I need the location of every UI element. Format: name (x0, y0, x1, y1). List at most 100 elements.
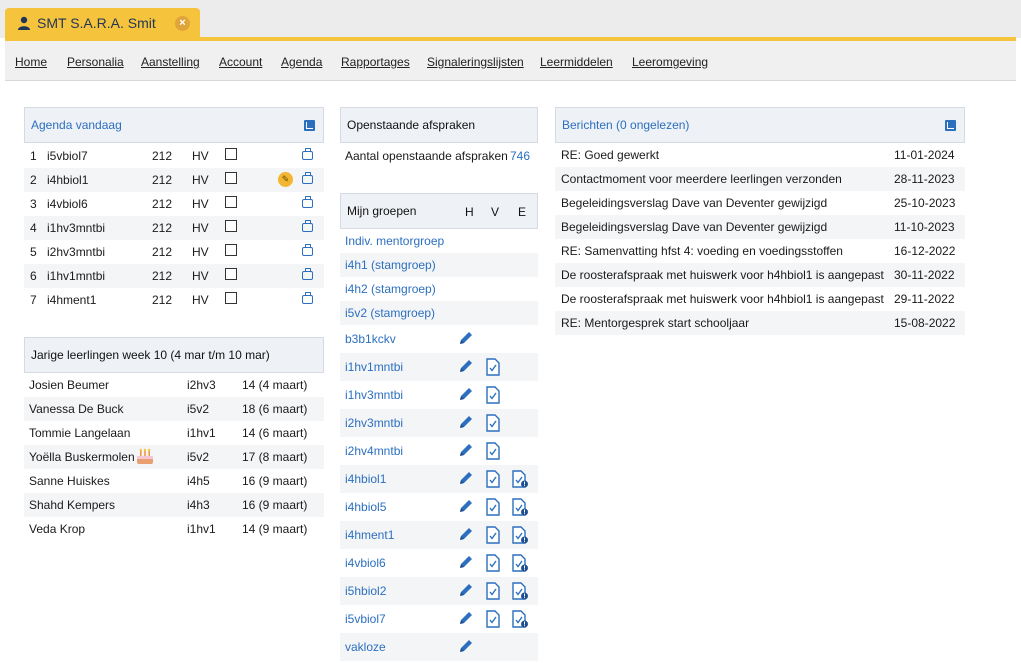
menu-personalia[interactable]: Personalia (67, 55, 124, 69)
agenda-row[interactable]: 6 i1hv1mntbi 212 HV (24, 264, 324, 288)
group-name[interactable]: vakloze (345, 640, 386, 654)
agenda-row-checkbox[interactable] (225, 292, 237, 304)
agenda-title[interactable]: Agenda vandaag (31, 118, 122, 132)
menu-leermiddelen[interactable]: Leermiddelen (540, 55, 613, 69)
group-name[interactable]: i1hv1mntbi (345, 360, 403, 374)
agenda-row[interactable]: 4 i1hv3mntbi 212 HV (24, 216, 324, 240)
checklist-icon[interactable] (485, 526, 501, 547)
message-subject[interactable]: Begeleidingsverslag Dave van Deventer ge… (561, 196, 827, 210)
checklist-alert-icon[interactable] (511, 582, 529, 603)
message-subject[interactable]: De roosterafspraak met huiswerk voor h4h… (561, 268, 884, 282)
checklist-alert-icon[interactable] (511, 498, 529, 519)
checklist-icon[interactable] (485, 442, 501, 463)
edit-pencil-icon[interactable] (457, 637, 475, 658)
message-subject[interactable]: Begeleidingsverslag Dave van Deventer ge… (561, 220, 827, 234)
edit-pencil-icon[interactable] (457, 385, 475, 406)
agenda-row-checkbox[interactable] (225, 148, 237, 160)
briefcase-icon[interactable] (302, 148, 313, 160)
agenda-row-checkbox[interactable] (225, 244, 237, 256)
group-name[interactable]: i2hv4mntbi (345, 444, 403, 458)
checklist-icon[interactable] (485, 414, 501, 435)
menu-account[interactable]: Account (219, 55, 262, 69)
edit-pencil-icon[interactable] (457, 581, 475, 602)
group-row[interactable]: vakloze (340, 633, 538, 661)
checklist-icon[interactable] (485, 386, 501, 407)
group-row[interactable]: i5vbiol7 (340, 605, 538, 633)
checklist-icon[interactable] (485, 582, 501, 603)
briefcase-icon[interactable] (302, 244, 313, 256)
edit-pencil-icon[interactable] (457, 357, 475, 378)
agenda-row[interactable]: 3 i4vbiol6 212 HV (24, 192, 324, 216)
edit-pencil-icon[interactable] (457, 469, 475, 490)
edit-pencil-icon[interactable] (457, 441, 475, 462)
agenda-row[interactable]: 2 i4hbiol1 212 HV ✎ (24, 168, 324, 192)
menu-signaleringslijsten[interactable]: Signaleringslijsten (427, 55, 524, 69)
group-row[interactable]: i4hment1 (340, 521, 538, 549)
menu-rapportages[interactable]: Rapportages (341, 55, 410, 69)
tab-user[interactable]: SMT S.A.R.A. Smit × (5, 8, 200, 38)
edit-pencil-icon[interactable] (457, 497, 475, 518)
group-name[interactable]: Indiv. mentorgroep (345, 234, 444, 248)
group-name[interactable]: i4vbiol6 (345, 556, 386, 570)
open-external-icon[interactable] (945, 120, 956, 131)
edit-pencil-icon[interactable] (457, 525, 475, 546)
group-name[interactable]: i4hbiol5 (345, 500, 386, 514)
group-row[interactable]: i2hv3mntbi (340, 409, 538, 437)
menu-aanstelling[interactable]: Aanstelling (141, 55, 200, 69)
message-row[interactable]: De roosterafspraak met huiswerk voor h4h… (555, 287, 965, 311)
checklist-icon[interactable] (485, 358, 501, 379)
message-row[interactable]: RE: Mentorgesprek start schooljaar 15-08-… (555, 311, 965, 335)
checklist-icon[interactable] (485, 554, 501, 575)
message-row[interactable]: RE: Samenvatting hfst 4: voeding en voed… (555, 239, 965, 263)
group-row[interactable]: i4hbiol1 (340, 465, 538, 493)
briefcase-icon[interactable] (302, 172, 313, 184)
checklist-alert-icon[interactable] (511, 610, 529, 631)
message-subject[interactable]: Contactmoment voor meerdere leerlingen v… (561, 172, 842, 186)
agenda-row-checkbox[interactable] (225, 196, 237, 208)
group-name[interactable]: i5hbiol2 (345, 584, 386, 598)
group-name[interactable]: i4hment1 (345, 528, 394, 542)
group-row[interactable]: b3b1kckv (340, 325, 538, 353)
message-row[interactable]: RE: Goed gewerkt 11-01-2024 (555, 143, 965, 167)
group-row[interactable]: i4hbiol5 (340, 493, 538, 521)
briefcase-icon[interactable] (302, 292, 313, 304)
checklist-alert-icon[interactable] (511, 526, 529, 547)
group-row[interactable]: i4h1 (stamgroep) (340, 253, 538, 277)
message-row[interactable]: Contactmoment voor meerdere leerlingen v… (555, 167, 965, 191)
pencil-icon[interactable]: ✎ (278, 172, 293, 187)
message-subject[interactable]: RE: Mentorgesprek start schooljaar (561, 316, 749, 330)
group-name[interactable]: i4h1 (stamgroep) (345, 258, 436, 272)
edit-pencil-icon[interactable] (457, 609, 475, 630)
menu-home[interactable]: Home (15, 55, 47, 69)
agenda-row-checkbox[interactable] (225, 268, 237, 280)
group-name[interactable]: b3b1kckv (345, 332, 396, 346)
group-row[interactable]: Indiv. mentorgroep (340, 229, 538, 253)
menu-leeromgeving[interactable]: Leeromgeving (632, 55, 708, 69)
group-row[interactable]: i4vbiol6 (340, 549, 538, 577)
briefcase-icon[interactable] (302, 268, 313, 280)
checklist-icon[interactable] (485, 498, 501, 519)
checklist-icon[interactable] (485, 610, 501, 631)
group-name[interactable]: i4h2 (stamgroep) (345, 282, 436, 296)
group-row[interactable]: i5hbiol2 (340, 577, 538, 605)
message-subject[interactable]: De roosterafspraak met huiswerk voor h4h… (561, 292, 884, 306)
group-name[interactable]: i5v2 (stamgroep) (345, 306, 435, 320)
briefcase-icon[interactable] (302, 220, 313, 232)
group-row[interactable]: i5v2 (stamgroep) (340, 301, 538, 325)
agenda-row-checkbox[interactable] (225, 220, 237, 232)
appointments-count[interactable]: 746 (510, 149, 530, 163)
menu-agenda[interactable]: Agenda (281, 55, 322, 69)
checklist-alert-icon[interactable] (511, 470, 529, 491)
close-icon[interactable]: × (175, 16, 190, 31)
message-row[interactable]: De roosterafspraak met huiswerk voor h4h… (555, 263, 965, 287)
edit-pencil-icon[interactable] (457, 413, 475, 434)
group-name[interactable]: i1hv3mntbi (345, 388, 403, 402)
edit-pencil-icon[interactable] (457, 553, 475, 574)
agenda-row-checkbox[interactable] (225, 172, 237, 184)
agenda-row[interactable]: 5 i2hv3mntbi 212 HV (24, 240, 324, 264)
agenda-row[interactable]: 1 i5vbiol7 212 HV (24, 144, 324, 168)
edit-pencil-icon[interactable] (457, 329, 475, 350)
checklist-icon[interactable] (485, 470, 501, 491)
group-row[interactable]: i2hv4mntbi (340, 437, 538, 465)
group-row[interactable]: i1hv3mntbi (340, 381, 538, 409)
